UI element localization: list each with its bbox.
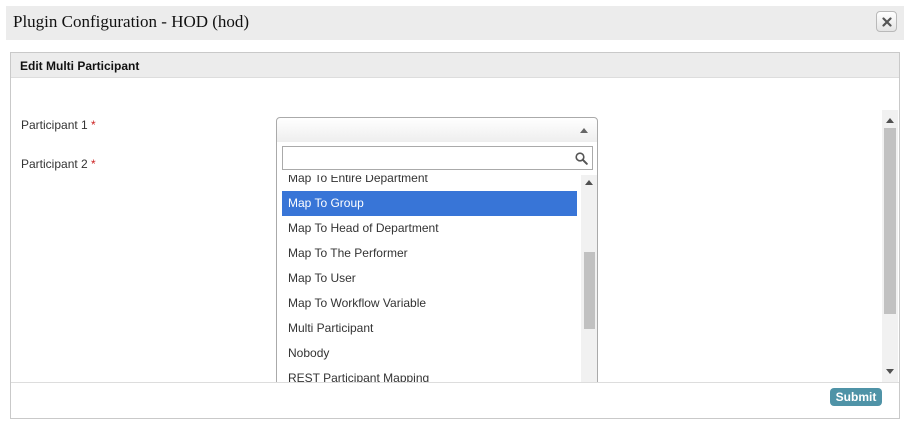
dropdown-option[interactable]: Map To Workflow Variable xyxy=(282,291,577,316)
dropdown-scrollbar[interactable] xyxy=(581,175,597,382)
participant-2-label: Participant 2 * xyxy=(21,157,96,171)
dropdown-option[interactable]: Nobody xyxy=(282,341,577,366)
dropdown-option[interactable]: Map To Entire Department xyxy=(282,175,577,191)
dropdown-option[interactable]: Map To Group xyxy=(282,191,577,216)
scroll-up-icon[interactable] xyxy=(585,180,593,185)
close-button[interactable] xyxy=(876,11,897,32)
dropdown-search-input[interactable] xyxy=(283,147,568,169)
dropdown-option[interactable]: Map To The Performer xyxy=(282,241,577,266)
dropdown-option[interactable]: Map To Head of Department xyxy=(282,216,577,241)
required-mark: * xyxy=(91,157,96,171)
panel-header: Edit Multi Participant xyxy=(11,53,899,78)
close-icon xyxy=(882,17,892,27)
scroll-down-icon[interactable] xyxy=(886,369,894,374)
form-scrollbar[interactable] xyxy=(882,110,898,382)
participant-1-label-text: Participant 1 xyxy=(21,118,88,132)
edit-panel: Edit Multi Participant Participant 1 * P… xyxy=(10,52,900,419)
required-mark: * xyxy=(91,118,96,132)
dropdown-option[interactable]: Map To User xyxy=(282,266,577,291)
participant-1-label: Participant 1 * xyxy=(21,118,96,132)
form-scroll-thumb[interactable] xyxy=(884,128,896,314)
participant-dropdown: Map To Entire Department Map To Group Map … xyxy=(276,142,598,383)
search-icon xyxy=(575,152,588,165)
dialog-title: Plugin Configuration - HOD (hod) xyxy=(13,12,250,31)
dialog-header: Plugin Configuration - HOD (hod) xyxy=(6,6,904,40)
panel-footer-divider xyxy=(11,382,899,383)
dropdown-option[interactable]: Multi Participant xyxy=(282,316,577,341)
dropdown-results-list: Map To Entire Department Map To Group Map … xyxy=(282,175,577,382)
dropdown-option[interactable]: REST Participant Mapping xyxy=(282,366,577,382)
dropdown-scroll-thumb[interactable] xyxy=(584,252,595,329)
participant-1-select[interactable] xyxy=(276,117,598,143)
submit-button[interactable]: Submit xyxy=(830,388,882,406)
scroll-up-icon[interactable] xyxy=(886,118,894,123)
chevron-up-icon[interactable] xyxy=(580,128,588,133)
panel-title: Edit Multi Participant xyxy=(20,59,140,73)
dropdown-search[interactable] xyxy=(282,146,593,170)
participant-2-label-text: Participant 2 xyxy=(21,157,88,171)
dropdown-results: Map To Entire Department Map To Group Map … xyxy=(282,175,577,382)
